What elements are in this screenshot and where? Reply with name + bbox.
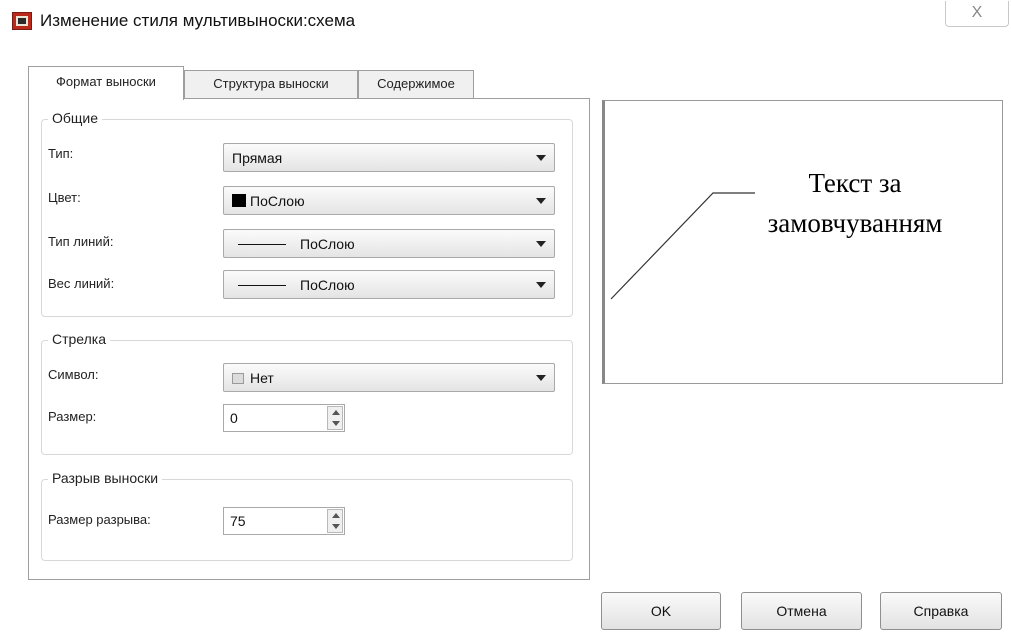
color-swatch-icon — [232, 194, 246, 207]
autocad-app-icon — [12, 12, 32, 30]
type-label: Тип: — [48, 146, 74, 161]
symbol-dropdown[interactable]: Нет — [223, 363, 555, 392]
linetype-value: ПоСлою — [300, 236, 355, 252]
general-group-title: Общие — [48, 110, 103, 126]
lineweight-dropdown[interactable]: ПоСлою — [223, 270, 555, 299]
color-label: Цвет: — [48, 190, 81, 205]
linetype-dropdown[interactable]: ПоСлою — [223, 229, 555, 258]
cancel-button[interactable]: Отмена — [741, 592, 862, 630]
spin-down-icon — [332, 524, 340, 529]
general-group: Общие Тип: Прямая Цвет: ПоСлою Тип линий… — [41, 110, 573, 317]
chevron-down-icon — [536, 375, 546, 381]
line-sample-icon — [238, 244, 286, 245]
line-sample-icon — [238, 285, 286, 286]
spinner-buttons[interactable] — [327, 406, 343, 430]
help-button[interactable]: Справка — [880, 592, 1002, 630]
spin-down-icon — [332, 421, 340, 426]
chevron-down-icon — [536, 198, 546, 204]
arrowhead-group-title: Стрелка — [48, 331, 111, 347]
break-size-value: 75 — [230, 513, 246, 529]
arrow-size-label: Размер: — [48, 409, 97, 424]
tab-leader-format[interactable]: Формат выноски — [28, 66, 184, 100]
symbol-label: Символ: — [48, 367, 99, 382]
chevron-down-icon — [536, 241, 546, 247]
symbol-value: Нет — [250, 370, 274, 386]
color-dropdown[interactable]: ПоСлою — [223, 186, 555, 215]
type-dropdown[interactable]: Прямая — [223, 143, 555, 172]
landing-break-group-title: Разрыв выноски — [48, 470, 163, 486]
preview-text-line2: замовчуванням — [767, 208, 943, 238]
close-button[interactable]: X — [945, 1, 1009, 27]
arrow-none-icon — [232, 373, 244, 384]
preview-pane: Текст за замовчуванням — [602, 100, 1003, 384]
color-value: ПоСлою — [250, 193, 305, 209]
window-title: Изменение стиля мультивыноски:схема — [40, 11, 356, 30]
arrow-size-spinner[interactable]: 0 — [223, 404, 345, 432]
arrowhead-group: Стрелка Символ: Нет Размер: 0 — [41, 331, 573, 455]
spinner-buttons[interactable] — [327, 509, 343, 533]
title-bar: Изменение стиля мультивыноски:схема X — [0, 0, 1011, 46]
preview-text-line1: Текст за — [808, 168, 902, 198]
tab-content[interactable]: Содержимое — [358, 70, 474, 98]
break-size-label: Размер разрыва: — [48, 512, 151, 527]
tab-leader-structure[interactable]: Структура выноски — [184, 70, 358, 98]
arrow-size-value: 0 — [230, 410, 238, 426]
type-value: Прямая — [232, 150, 283, 166]
chevron-down-icon — [536, 282, 546, 288]
linetype-label: Тип линий: — [48, 234, 114, 249]
chevron-down-icon — [536, 155, 546, 161]
ok-button[interactable]: OK — [601, 592, 721, 630]
lineweight-label: Вес линий: — [48, 276, 115, 291]
spin-up-icon — [332, 513, 340, 518]
landing-break-group: Разрыв выноски Размер разрыва: 75 — [41, 470, 573, 561]
spin-up-icon — [332, 410, 340, 415]
lineweight-value: ПоСлою — [300, 277, 355, 293]
tab-panel-leader-format: Общие Тип: Прямая Цвет: ПоСлою Тип линий… — [28, 98, 590, 580]
break-size-spinner[interactable]: 75 — [223, 507, 345, 535]
